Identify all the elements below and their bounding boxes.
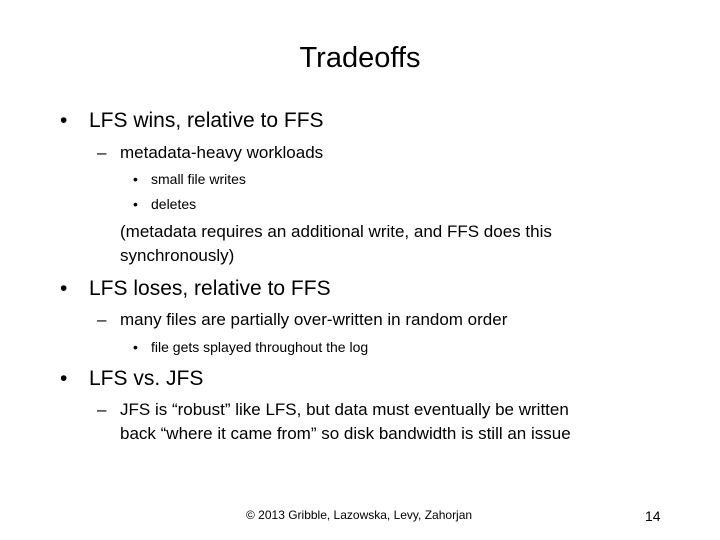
dash-marker: – <box>97 143 107 162</box>
sub-jfs-line-1: JFS is “robust” like LFS, but data must … <box>120 400 569 419</box>
small-bullet-marker: • <box>133 196 138 212</box>
bullet-marker: • <box>60 109 68 132</box>
dash-marker: – <box>97 400 107 419</box>
copyright-footer: © 2013 Gribble, Lazowska, Levy, Zahorjan <box>246 508 473 522</box>
note-line-2: synchronously) <box>120 246 235 265</box>
bullet-marker: • <box>60 277 68 300</box>
bullet-lfs-wins: LFS wins, relative to FFS <box>89 109 324 132</box>
small-bullet-marker: • <box>133 171 138 187</box>
item-small-file-writes: small file writes <box>151 171 246 187</box>
small-bullet-marker: • <box>133 339 138 355</box>
slide-title: Tradeoffs <box>299 42 421 74</box>
sub-partially-overwritten: many files are partially over-written in… <box>120 310 508 329</box>
bullet-lfs-loses: LFS loses, relative to FFS <box>89 277 331 300</box>
item-deletes: deletes <box>151 196 197 212</box>
page-number: 14 <box>645 508 661 524</box>
bullet-lfs-vs-jfs: LFS vs. JFS <box>89 367 204 390</box>
sub-metadata-heavy: metadata-heavy workloads <box>120 143 324 162</box>
dash-marker: – <box>97 310 107 329</box>
bullet-marker: • <box>60 367 68 390</box>
sub-jfs-line-2: back “where it came from” so disk bandwi… <box>120 424 571 443</box>
note-line-1: (metadata requires an additional write, … <box>120 222 552 241</box>
item-splayed-log: file gets splayed throughout the log <box>151 339 369 355</box>
